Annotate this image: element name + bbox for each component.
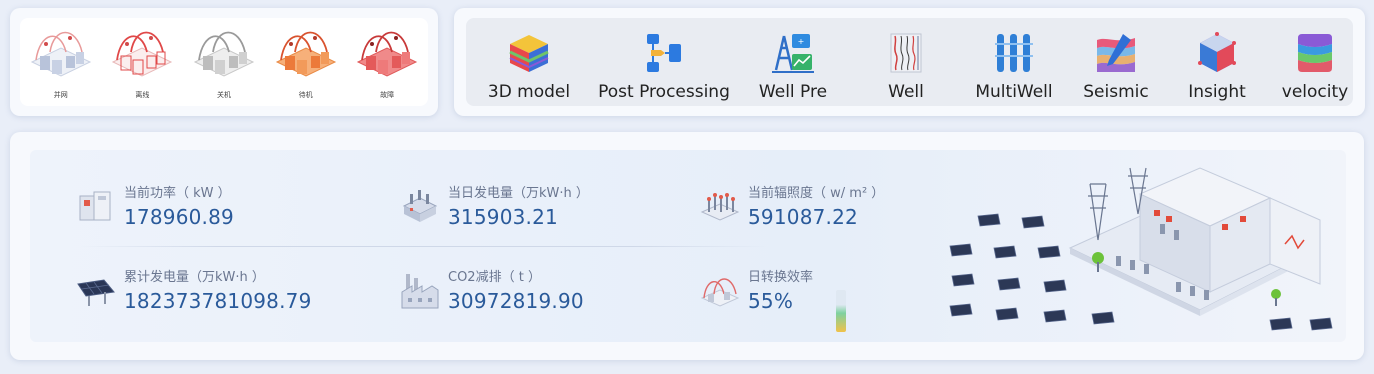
app-launcher-panel: 3D model Post Processing + Well Pre Well…: [454, 8, 1365, 116]
app-3d-model[interactable]: 3D model: [474, 18, 584, 102]
insight-icon: [1198, 32, 1236, 72]
app-label: Seismic: [1083, 82, 1149, 102]
offline-status-icon: [112, 31, 173, 77]
velocity-icon: [1298, 34, 1332, 72]
grid-connected-status-icon: [30, 31, 91, 77]
metric-value: 55%: [748, 289, 794, 313]
metric-value: 591087.22: [748, 205, 858, 229]
metric-label: 当前辐照度（ w/ m² ）: [748, 186, 885, 201]
status-item-offline: 离线: [106, 22, 178, 100]
app-insight[interactable]: Insight: [1166, 18, 1268, 102]
app-label: MultiWell: [975, 82, 1053, 102]
app-post-processing[interactable]: Post Processing: [586, 18, 742, 102]
status-legend-list: 并网 离线 关机 待机 故障: [20, 18, 428, 106]
app-label: 3D model: [487, 82, 571, 102]
factory-icon: [401, 274, 439, 309]
app-well-pre[interactable]: + Well Pre: [742, 18, 844, 102]
app-label: Post Processing: [598, 82, 730, 102]
metrics-area: 当前功率（ kW ） 178960.89 当日发电量（万kW·h ） 31590…: [30, 150, 1346, 342]
status-item-fault: 故障: [351, 22, 423, 100]
multiwell-icon: [995, 34, 1033, 72]
metric-co2-reduction: CO2减排（ t ） 30972819.90: [400, 266, 584, 313]
metric-value: 30972819.90: [448, 289, 584, 313]
plant-metrics-panel: 当前功率（ kW ） 178960.89 当日发电量（万kW·h ） 31590…: [10, 132, 1364, 360]
svg-text:+: +: [798, 37, 805, 46]
standby-status-icon: [275, 31, 336, 77]
fault-status-icon: [357, 31, 418, 77]
well-icon: [890, 33, 922, 73]
metric-label: 累计发电量（万kW·h ）: [124, 270, 265, 285]
transformer-icon: [402, 190, 438, 222]
metric-irradiance: 当前辐照度（ w/ m² ） 591087.22: [700, 182, 884, 229]
status-item-shutdown: 关机: [188, 22, 260, 100]
status-label: 并网: [53, 91, 68, 99]
power-grid-icon: [700, 278, 740, 307]
post-processing-icon: [647, 34, 681, 72]
efficiency-gauge-bar: [836, 290, 846, 332]
metric-total-energy: 累计发电量（万kW·h ） 182373781098.79: [76, 266, 312, 313]
app-label: Insight: [1188, 82, 1246, 102]
app-well[interactable]: Well: [856, 18, 956, 102]
status-label: 离线: [135, 91, 150, 99]
app-label: Well Pre: [758, 82, 828, 102]
metric-conversion-efficiency: 日转换效率 55%: [700, 266, 813, 313]
well-pre-icon: +: [772, 34, 814, 73]
metric-label: 日转换效率: [748, 270, 814, 285]
app-label: velocity: [1281, 82, 1349, 102]
solar-plant-illustration: [949, 167, 1333, 331]
status-label: 故障: [380, 91, 395, 99]
3d-model-icon: [509, 35, 549, 72]
metric-value: 182373781098.79: [124, 289, 312, 313]
app-label: Well: [888, 82, 924, 102]
metric-label: 当前功率（ kW ）: [124, 186, 231, 201]
status-item-grid-connected: 并网: [25, 22, 97, 100]
app-launcher-bar: 3D model Post Processing + Well Pre Well…: [466, 18, 1353, 106]
metric-label: 当日发电量（万kW·h ）: [448, 186, 589, 201]
solar-panel-icon: [77, 279, 115, 306]
status-label: 关机: [216, 91, 231, 99]
metric-label: CO2减排（ t ）: [448, 270, 541, 285]
seismic-icon: [1097, 34, 1135, 72]
metric-daily-energy: 当日发电量（万kW·h ） 315903.21: [400, 182, 589, 229]
metrics-divider: [80, 246, 770, 247]
status-item-standby: 待机: [270, 22, 342, 100]
inverter-icon: [79, 191, 111, 221]
status-label: 待机: [298, 91, 313, 99]
app-seismic[interactable]: Seismic: [1066, 18, 1166, 102]
metric-value: 315903.21: [448, 205, 558, 229]
app-multiwell[interactable]: MultiWell: [962, 18, 1066, 102]
app-velocity[interactable]: velocity: [1272, 18, 1358, 102]
shutdown-status-icon: [193, 31, 255, 77]
status-legend-panel: 并网 离线 关机 待机 故障: [10, 8, 438, 116]
substation-icon: [700, 193, 740, 221]
metric-value: 178960.89: [124, 205, 234, 229]
metric-current-power: 当前功率（ kW ） 178960.89: [76, 182, 234, 229]
